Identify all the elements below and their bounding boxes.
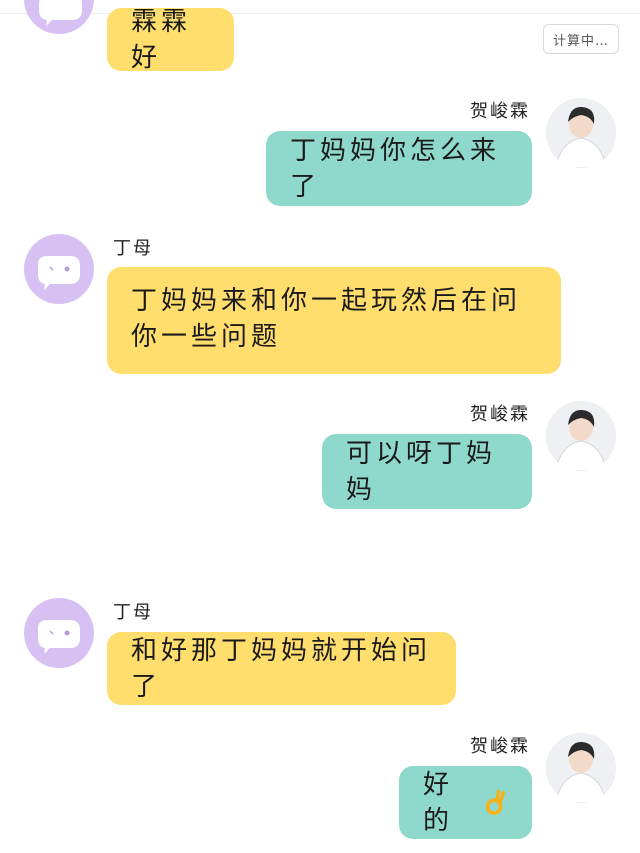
message-bubble[interactable]: 霖霖好 [107, 7, 234, 73]
status-badge: 计算中… [543, 24, 619, 54]
message-bubble[interactable]: 丁妈妈你怎么来了 [266, 131, 532, 206]
top-divider [0, 13, 640, 14]
message-bubble[interactable]: 和好那丁妈妈就开始问了 [107, 632, 456, 705]
ok-hand-icon [485, 788, 506, 815]
sender-name: 贺峻霖 [470, 101, 530, 122]
profile-photo [546, 401, 616, 471]
avatar[interactable] [24, 234, 94, 304]
profile-photo [546, 98, 616, 168]
avatar[interactable] [24, 0, 94, 34]
chat-bubble-icon [39, 0, 82, 26]
sender-name: 丁母 [113, 238, 153, 259]
message-text: 和好那丁妈妈就开始问了 [131, 635, 432, 702]
chat-bubble-icon [38, 256, 80, 290]
message-bubble[interactable]: 丁妈妈来和你一起玩然后在问你一些问题 [107, 267, 561, 374]
profile-photo [546, 733, 616, 803]
message-text: 霖霖好 [131, 6, 192, 73]
message-text: 丁妈妈来和你一起玩然后在问你一些问题 [131, 286, 522, 352]
message-text: 好的 [423, 769, 454, 836]
message-bubble[interactable]: 可以呀丁妈妈 [322, 434, 532, 509]
message-bubble[interactable]: 好的 [399, 766, 532, 839]
sender-name: 贺峻霖 [470, 404, 530, 425]
message-text: 可以呀丁妈妈 [346, 438, 497, 505]
chat-bubble-icon [38, 620, 80, 654]
avatar[interactable] [24, 598, 94, 668]
sender-name: 贺峻霖 [470, 736, 530, 757]
message-text: 丁妈妈你怎么来了 [290, 135, 501, 202]
sender-name: 丁母 [113, 602, 153, 623]
avatar[interactable] [546, 401, 616, 471]
avatar[interactable] [546, 98, 616, 168]
avatar[interactable] [546, 733, 616, 803]
